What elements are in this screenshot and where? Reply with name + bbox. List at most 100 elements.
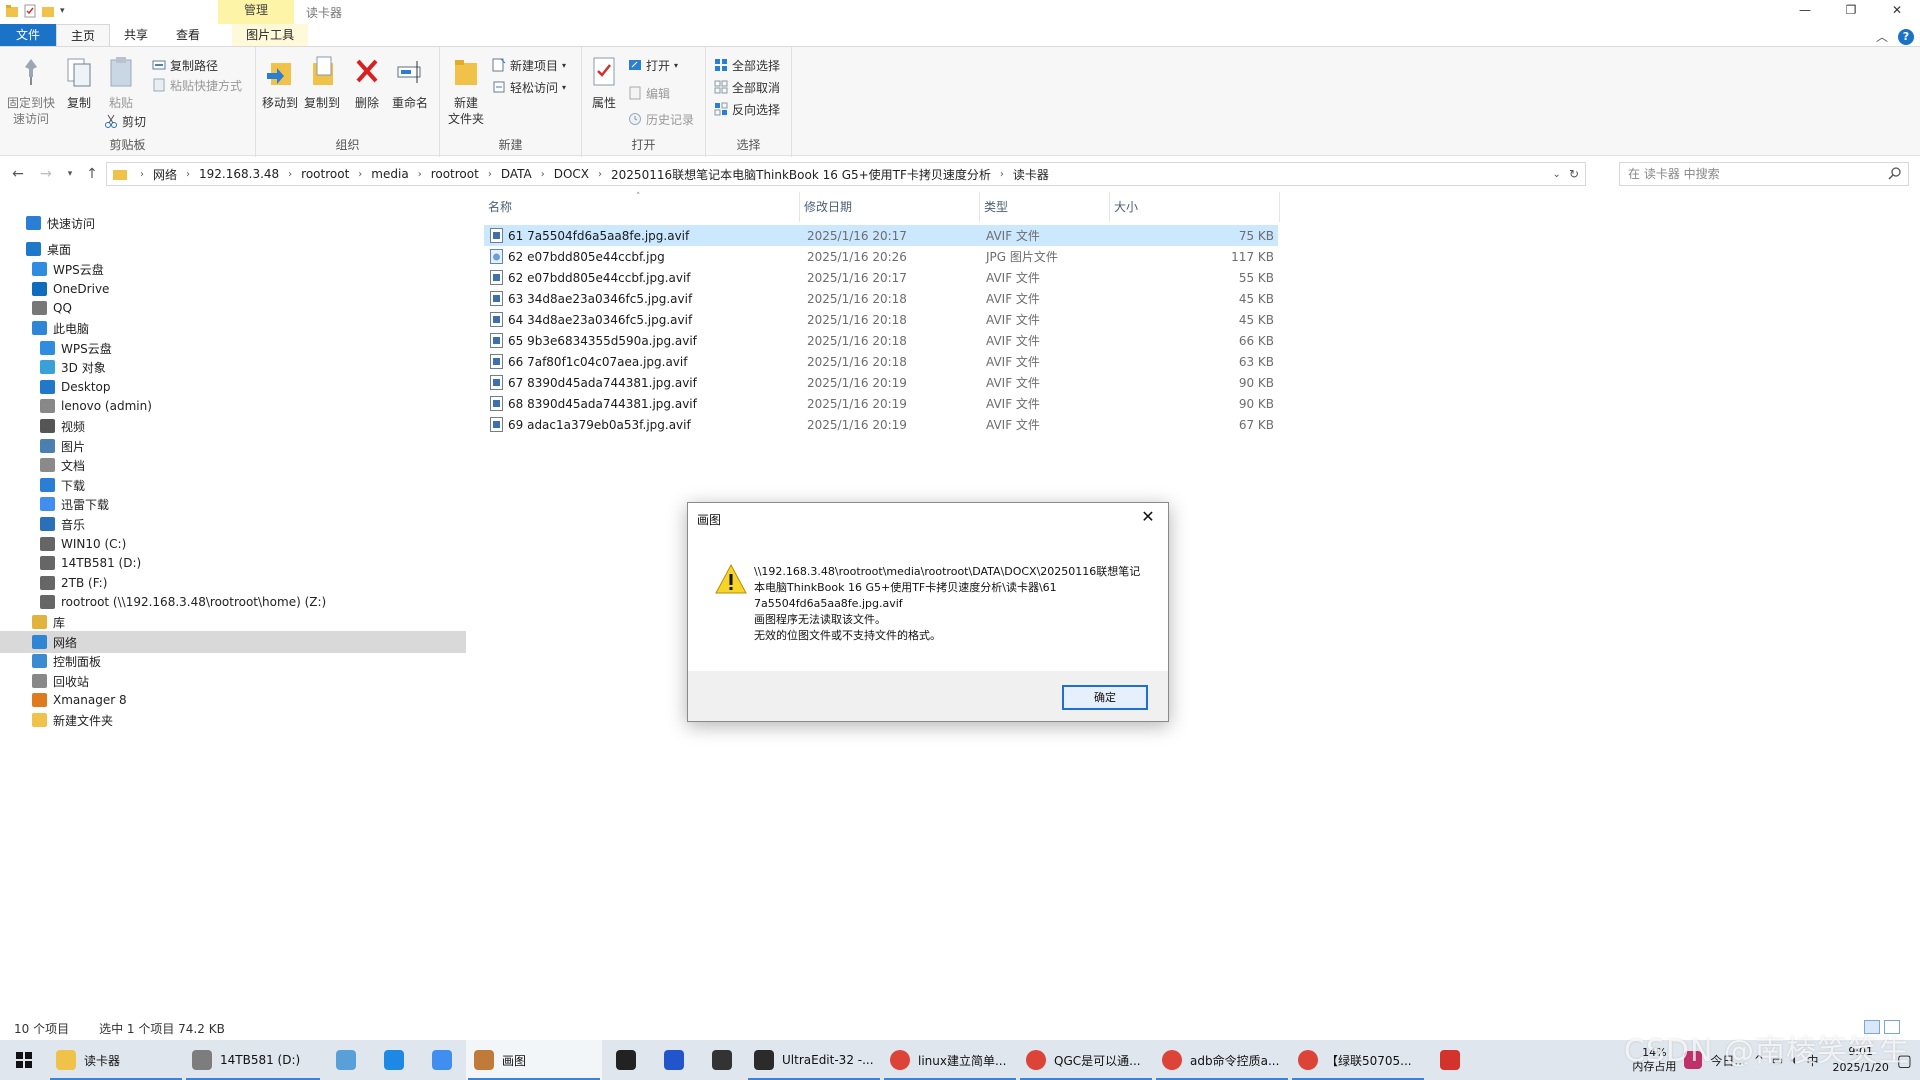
dialog-ok-button[interactable]: 确定 — [1062, 685, 1148, 710]
taskbar-item[interactable] — [1426, 1040, 1474, 1080]
nav-item[interactable]: Xmanager 8 — [0, 689, 466, 711]
file-row[interactable]: 68 8390d45ada744381.jpg.avif 2025/1/16 20… — [484, 393, 1278, 414]
nav-item[interactable]: 音乐 — [0, 513, 466, 535]
cut-button[interactable]: 剪切 — [104, 111, 146, 131]
nav-item[interactable]: 快速访问 — [0, 212, 466, 234]
forward-arrow-icon[interactable]: → — [36, 164, 56, 184]
taskbar-item[interactable]: 【绿联50705... — [1290, 1040, 1426, 1080]
select-all-button[interactable]: 全部选择 — [714, 55, 780, 75]
tab-share[interactable]: 共享 — [110, 24, 162, 46]
column-header-date[interactable]: 修改日期 — [800, 192, 980, 222]
start-button[interactable] — [0, 1040, 48, 1080]
recent-locations-icon[interactable]: ▾ — [60, 164, 80, 184]
collapse-ribbon-icon[interactable]: ︿ — [1876, 28, 1888, 45]
taskbar-item[interactable]: 画图 — [466, 1040, 602, 1080]
taskbar-item[interactable] — [602, 1040, 650, 1080]
tab-view[interactable]: 查看 — [162, 24, 214, 46]
breadcrumb-item[interactable]: › 网络 — [131, 166, 177, 183]
refresh-icon[interactable]: ↻ — [1569, 167, 1579, 181]
breadcrumb-item[interactable]: › 20250116联想笔记本电脑ThinkBook 16 G5+使用TF卡拷贝速… — [589, 166, 991, 183]
new-item-button[interactable]: 新建项目 ▾ — [492, 55, 566, 75]
breadcrumb-item[interactable]: › 读卡器 — [991, 166, 1049, 183]
breadcrumb-separator-icon[interactable]: › — [488, 169, 492, 180]
file-row[interactable]: 69 adac1a379eb0a53f.jpg.avif 2025/1/16 20… — [484, 414, 1278, 435]
taskbar-item[interactable]: 14TB581 (D:) — [184, 1040, 322, 1080]
breadcrumb-item[interactable]: › DOCX — [532, 166, 589, 183]
file-row[interactable]: 63 34d8ae23a0346fc5.jpg.avif 2025/1/16 20… — [484, 288, 1278, 309]
nav-item[interactable]: rootroot (\\192.168.3.48\rootroot\home) … — [0, 591, 466, 613]
search-box[interactable]: 在 读卡器 中搜索 — [1619, 162, 1909, 186]
nav-item[interactable]: 文档 — [0, 454, 466, 476]
address-bar[interactable]: › 网络 › 192.168.3.48 › rootroot › media › rootroot… — [106, 162, 1586, 186]
nav-item[interactable]: 此电脑 — [0, 317, 466, 339]
new-folder-icon[interactable] — [42, 4, 54, 18]
column-header-name[interactable]: 名称 — [484, 192, 800, 222]
taskbar-item[interactable] — [322, 1040, 370, 1080]
open-button[interactable]: 打开 ▾ — [628, 55, 678, 75]
nav-item[interactable]: 桌面 — [0, 238, 466, 260]
edit-button[interactable]: 编辑 — [628, 83, 670, 103]
taskbar-item[interactable] — [418, 1040, 466, 1080]
properties-icon[interactable] — [24, 4, 36, 18]
minimize-button[interactable]: — — [1782, 0, 1828, 22]
tab-file[interactable]: 文件 — [0, 24, 57, 46]
column-header-type[interactable]: 类型 — [980, 192, 1110, 222]
tab-picture-tools[interactable]: 图片工具 — [232, 24, 309, 46]
move-to-button[interactable]: 移动到 — [260, 55, 300, 111]
breadcrumb-item[interactable]: › media — [349, 166, 408, 183]
copy-to-button[interactable]: 复制到 — [302, 55, 342, 111]
taskbar-item[interactable]: adb命令控质a... — [1154, 1040, 1290, 1080]
rename-button[interactable]: 重命名 — [390, 55, 430, 111]
file-row[interactable]: 62 e07bdd805e44ccbf.jpg.avif 2025/1/16 20… — [484, 267, 1278, 288]
nav-item[interactable]: 3D 对象 — [0, 356, 466, 378]
breadcrumb-item[interactable]: › 192.168.3.48 — [177, 166, 279, 183]
file-row[interactable]: 64 34d8ae23a0346fc5.jpg.avif 2025/1/16 20… — [484, 309, 1278, 330]
nav-item[interactable]: 迅雷下载 — [0, 493, 466, 515]
back-arrow-icon[interactable]: ← — [8, 164, 28, 184]
taskbar-item[interactable]: QGC是可以通... — [1018, 1040, 1154, 1080]
nav-item[interactable]: 新建文件夹 — [0, 709, 466, 731]
up-arrow-icon[interactable]: ↑ — [82, 164, 102, 184]
breadcrumb-separator-icon[interactable]: › — [140, 169, 144, 180]
taskbar-item[interactable]: UltraEdit-32 -... — [746, 1040, 882, 1080]
file-row[interactable]: 65 9b3e6834355d590a.jpg.avif 2025/1/16 20… — [484, 330, 1278, 351]
file-row[interactable]: 62 e07bdd805e44ccbf.jpg 2025/1/16 20:26 JP… — [484, 246, 1278, 267]
nav-item[interactable]: 14TB581 (D:) — [0, 552, 466, 574]
copy-path-button[interactable]: 复制路径 — [152, 55, 218, 75]
breadcrumb-separator-icon[interactable]: › — [1000, 169, 1004, 180]
address-dropdown-icon[interactable]: ⌄ — [1553, 169, 1561, 180]
close-button[interactable]: ✕ — [1874, 0, 1920, 22]
taskbar-item[interactable]: 读卡器 — [48, 1040, 184, 1080]
paste-button[interactable]: 粘贴 — [102, 55, 140, 111]
breadcrumb-separator-icon[interactable]: › — [358, 169, 362, 180]
breadcrumb-separator-icon[interactable]: › — [288, 169, 292, 180]
file-row[interactable]: 66 7af80f1c04c07aea.jpg.avif 2025/1/16 20… — [484, 351, 1278, 372]
dialog-close-icon[interactable]: ✕ — [1138, 507, 1158, 527]
nav-item[interactable]: 视频 — [0, 415, 466, 437]
easy-access-button[interactable]: 轻松访问 ▾ — [492, 77, 566, 97]
breadcrumb-separator-icon[interactable]: › — [418, 169, 422, 180]
invert-selection-button[interactable]: 反向选择 — [714, 99, 780, 119]
history-button[interactable]: 历史记录 — [628, 109, 694, 129]
taskbar-item[interactable] — [370, 1040, 418, 1080]
help-icon[interactable]: ? — [1898, 28, 1914, 45]
restore-button[interactable]: ❐ — [1828, 0, 1874, 22]
breadcrumb-item[interactable]: › DATA — [479, 166, 532, 183]
taskbar-item[interactable]: linux建立简单... — [882, 1040, 1018, 1080]
file-row[interactable]: 67 8390d45ada744381.jpg.avif 2025/1/16 20… — [484, 372, 1278, 393]
select-none-button[interactable]: 全部取消 — [714, 77, 780, 97]
taskbar-item[interactable] — [650, 1040, 698, 1080]
breadcrumb-item[interactable]: › rootroot — [279, 166, 349, 183]
context-tab-manage[interactable]: 管理 — [218, 0, 294, 24]
nav-item[interactable]: 控制面板 — [0, 650, 466, 672]
breadcrumb-separator-icon[interactable]: › — [541, 169, 545, 180]
file-row[interactable]: 61 7a5504fd6a5aa8fe.jpg.avif 2025/1/16 20… — [484, 225, 1278, 246]
new-folder-button[interactable]: 新建 文件夹 — [446, 55, 486, 127]
nav-item[interactable]: QQ — [0, 297, 466, 319]
delete-button[interactable]: 删除 — [352, 55, 382, 111]
nav-item[interactable]: WPS云盘 — [0, 258, 466, 280]
qat-dropdown-icon[interactable]: ▾ — [60, 6, 65, 16]
nav-item[interactable]: lenovo (admin) — [0, 395, 466, 417]
breadcrumb-separator-icon[interactable]: › — [186, 169, 190, 180]
breadcrumb-separator-icon[interactable]: › — [598, 169, 602, 180]
